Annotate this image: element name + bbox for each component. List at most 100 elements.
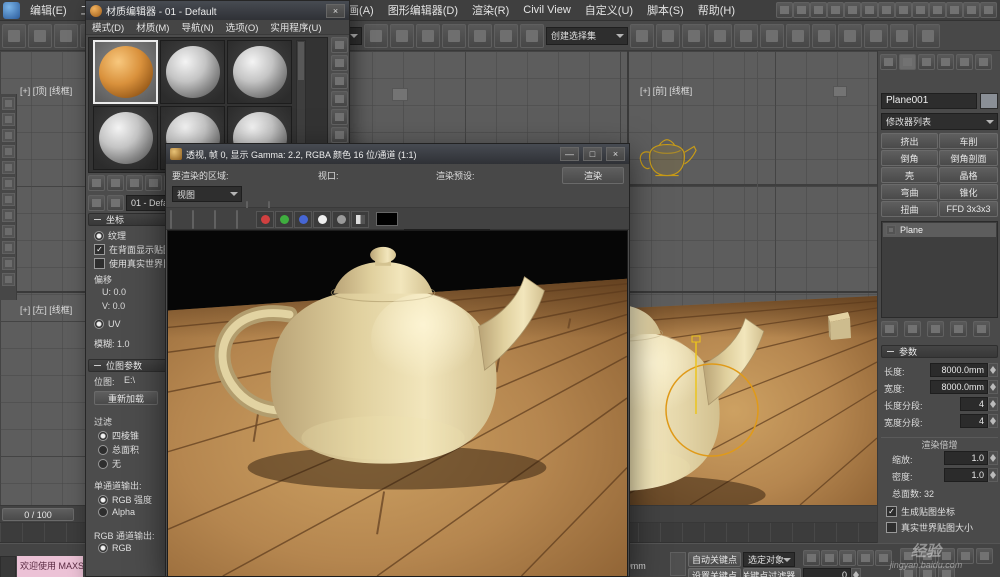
blue-channel-icon[interactable] (294, 211, 312, 228)
mat-menu-material[interactable]: 材质(M) (130, 20, 175, 34)
modifier-button-bevel-profile[interactable]: 倒角剖面 (939, 150, 998, 166)
blur-value[interactable]: 模糊: 1.0 (94, 337, 130, 350)
width-segs-spinner[interactable]: 4 (960, 414, 998, 428)
background-icon[interactable] (331, 73, 348, 89)
modifier-button-extrude[interactable]: 挤出 (881, 133, 938, 149)
render-window-titlebar[interactable]: 透视, 帧 0, 显示 Gamma: 2.2, RGBA 颜色 16 位/通道 … (166, 144, 629, 164)
render-button[interactable]: 渲染 (562, 167, 624, 184)
filter-none-radio[interactable]: 无 (98, 457, 121, 470)
layer-manager-icon[interactable] (682, 24, 706, 48)
filter-summed-area-radio[interactable]: 总面积 (98, 443, 139, 456)
uv-radio[interactable]: UV (94, 319, 121, 329)
grid-settings-icon[interactable] (929, 2, 946, 18)
area-to-render-dropdown[interactable]: 视图 (172, 186, 242, 202)
modifier-button-taper[interactable]: 锥化 (939, 184, 998, 200)
swift-loop-icon[interactable] (2, 113, 15, 126)
render-setup-icon[interactable] (812, 24, 836, 48)
menu-civil-view[interactable]: Civil View (516, 2, 577, 18)
field-of-view-icon[interactable] (900, 566, 917, 577)
get-material-icon[interactable] (88, 175, 105, 191)
modifier-list-dropdown[interactable]: 修改器列表 (881, 113, 998, 130)
rgb-output-rgb-radio[interactable]: RGB (98, 543, 132, 553)
mat-menu-options[interactable]: 选项(O) (220, 20, 265, 34)
menu-help[interactable]: 帮助(H) (691, 0, 742, 20)
parameters-rollout-header[interactable]: 参数 (881, 345, 998, 358)
render-production-icon[interactable] (864, 24, 888, 48)
listener-expand-button[interactable] (0, 556, 16, 577)
real-world-map-size-checkbox[interactable]: 真实世界贴图大小 (886, 521, 973, 534)
backlight-icon[interactable] (331, 55, 348, 71)
length-segs-spinner[interactable]: 4 (960, 397, 998, 411)
motion-tab-icon[interactable] (937, 54, 954, 70)
modifier-button-bevel[interactable]: 倒角 (881, 150, 938, 166)
set-key-mode-button[interactable]: 设置关键点 (688, 568, 741, 577)
scene-explorer-icon[interactable] (793, 2, 810, 18)
monochrome-icon[interactable] (332, 211, 350, 228)
material-editor-icon[interactable] (786, 24, 810, 48)
weld-tool-icon[interactable] (2, 209, 15, 222)
viewport-label-top[interactable]: [+] [顶] [线框] (20, 84, 72, 97)
workspaces-dropdown-icon[interactable] (776, 2, 793, 18)
mirror-icon[interactable] (630, 24, 654, 48)
display-filter-icon[interactable] (861, 2, 878, 18)
generate-mapping-coords-checkbox[interactable]: 生成贴图坐标 (886, 505, 955, 518)
previous-frame-icon[interactable] (821, 550, 838, 566)
material-type-icon[interactable] (107, 195, 124, 211)
hierarchy-tab-icon[interactable] (918, 54, 935, 70)
zoom-region-icon[interactable] (976, 548, 993, 564)
bevel-tool-icon[interactable] (2, 145, 15, 158)
spinner-snap-icon[interactable] (494, 24, 518, 48)
length-spinner[interactable]: 8000.0mm (930, 363, 998, 377)
auto-key-button[interactable]: 自动关键点 (688, 552, 741, 567)
units-icon[interactable] (946, 2, 963, 18)
redo-icon[interactable] (28, 24, 52, 48)
maxscript-mini-listener[interactable]: 欢迎使用 MAXScript (17, 556, 83, 577)
next-frame-icon[interactable] (857, 550, 874, 566)
angle-snap-icon[interactable] (442, 24, 466, 48)
show-map-on-back-checkbox[interactable]: 在背面显示贴图 (94, 243, 172, 256)
offset-v-value[interactable]: V: 0.0 (102, 301, 125, 311)
mono-alpha-radio[interactable]: Alpha (98, 507, 135, 517)
object-name-field[interactable]: Plane001 (881, 93, 977, 109)
use-pivot-center-icon[interactable] (364, 24, 388, 48)
utilities-tab-icon[interactable] (975, 54, 992, 70)
edit-named-selections-icon[interactable] (520, 24, 544, 48)
time-slider-handle[interactable]: 0 / 100 (2, 508, 74, 521)
clear-rendered-frame-icon[interactable] (236, 210, 238, 229)
save-image-icon[interactable] (170, 210, 172, 229)
modifier-stack-item-plane[interactable]: Plane (883, 223, 996, 237)
layer-explorer-icon[interactable] (810, 2, 827, 18)
selection-lock-icon[interactable] (878, 2, 895, 18)
modifier-button-ffd[interactable]: FFD 3x3x3 (939, 201, 998, 217)
put-to-library-icon[interactable] (107, 175, 124, 191)
alpha-channel-icon[interactable] (313, 211, 331, 228)
close-button[interactable]: × (606, 147, 625, 161)
pin-stack-icon[interactable] (881, 321, 898, 337)
generate-preview-icon[interactable] (331, 127, 348, 143)
offset-u-value[interactable]: U: 0.0 (102, 287, 126, 297)
mono-rgb-intensity-radio[interactable]: RGB 强度 (98, 493, 152, 506)
key-filters-button[interactable]: 关键点过滤器... (743, 568, 801, 577)
display-tab-icon[interactable] (956, 54, 973, 70)
make-unique-icon[interactable] (927, 321, 944, 337)
viewport-label-left[interactable]: [+] [左] [线框] (20, 303, 72, 316)
configure-modifier-sets-icon[interactable] (973, 321, 990, 337)
reset-map-icon[interactable] (145, 175, 162, 191)
paint-connect-icon[interactable] (2, 273, 15, 286)
time-config-icon[interactable] (912, 2, 929, 18)
selection-set-dropdown[interactable]: 选定对象 (743, 552, 795, 567)
extrude-tool-icon[interactable] (2, 129, 15, 142)
reload-button[interactable]: 重新加载 (94, 391, 158, 405)
align-icon[interactable] (656, 24, 680, 48)
sample-slot-2[interactable] (160, 40, 225, 104)
isolate-selection-icon[interactable] (844, 2, 861, 18)
perspective-viewport-scene[interactable] (630, 288, 877, 505)
object-color-swatch[interactable] (980, 93, 998, 109)
zoom-icon[interactable] (919, 548, 936, 564)
front-view-teapot-wireframe[interactable] (636, 138, 698, 186)
modifier-button-bend[interactable]: 弯曲 (881, 184, 938, 200)
viewport-layout-icon[interactable] (827, 2, 844, 18)
clone-rendered-frame-icon[interactable] (192, 210, 194, 229)
zoom-extents-icon[interactable] (957, 548, 974, 564)
texture-radio[interactable]: 纹理 (94, 229, 126, 242)
